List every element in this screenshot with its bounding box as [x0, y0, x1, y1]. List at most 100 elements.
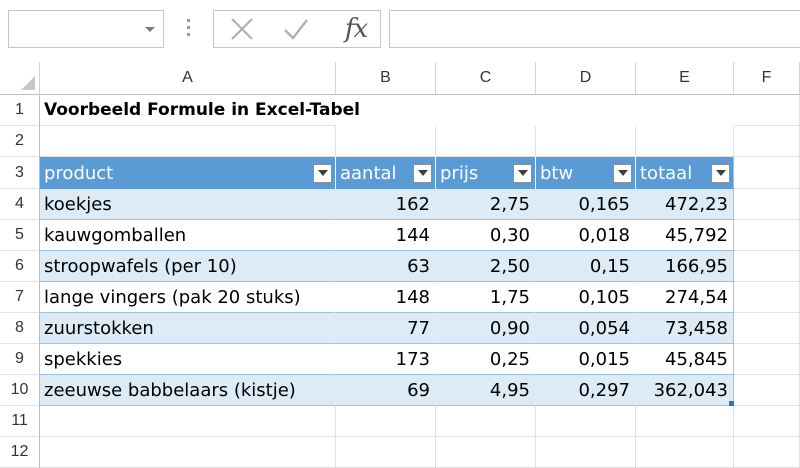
filter-dropdown-icon[interactable] — [513, 163, 532, 183]
table-cell-b9[interactable]: 173 — [336, 344, 436, 375]
table-header-aantal[interactable]: aantal — [336, 157, 436, 189]
cell-f2[interactable] — [734, 126, 800, 157]
formula-input[interactable] — [389, 10, 800, 48]
cell-a2[interactable] — [40, 126, 336, 157]
cell-d12[interactable] — [536, 437, 636, 468]
cell-c11[interactable] — [436, 406, 536, 437]
table-cell-b6[interactable]: 63 — [336, 251, 436, 282]
filter-dropdown-icon[interactable] — [413, 163, 432, 183]
table-header-totaal[interactable]: totaal — [636, 157, 734, 189]
table-cell-c10[interactable]: 4,95 — [436, 375, 536, 406]
row-header-4[interactable]: 4 — [0, 189, 40, 220]
cell-f4[interactable] — [734, 189, 800, 220]
close-icon[interactable] — [224, 11, 260, 47]
row-header-3[interactable]: 3 — [0, 157, 40, 189]
table-cell-b5[interactable]: 144 — [336, 220, 436, 251]
cell-c2[interactable] — [436, 126, 536, 157]
table-header-product[interactable]: product — [40, 157, 336, 189]
table-cell-a5[interactable]: kauwgomballen — [40, 220, 336, 251]
table-cell-b4[interactable]: 162 — [336, 189, 436, 220]
cell-f3[interactable] — [734, 157, 800, 189]
column-header-f[interactable]: F — [734, 62, 800, 95]
cell-a12[interactable] — [40, 437, 336, 468]
table-cell-c6[interactable]: 2,50 — [436, 251, 536, 282]
table-cell-e6[interactable]: 166,95 — [636, 251, 734, 282]
row-header-6[interactable]: 6 — [0, 251, 40, 282]
table-header-btw[interactable]: btw — [536, 157, 636, 189]
table-cell-b8[interactable]: 77 — [336, 313, 436, 344]
table-cell-d5[interactable]: 0,018 — [536, 220, 636, 251]
table-cell-e8[interactable]: 73,458 — [636, 313, 734, 344]
table-cell-a10[interactable]: zeeuwse babbelaars (kistje) — [40, 375, 336, 406]
cell-b2[interactable] — [336, 126, 436, 157]
table-cell-d9[interactable]: 0,015 — [536, 344, 636, 375]
table-cell-c7[interactable]: 1,75 — [436, 282, 536, 313]
cell-e2[interactable] — [636, 126, 734, 157]
name-box[interactable] — [8, 10, 164, 48]
row-header-11[interactable]: 11 — [0, 406, 40, 437]
row-header-8[interactable]: 8 — [0, 313, 40, 344]
grip-handle-icon[interactable] — [187, 19, 190, 41]
cell-e12[interactable] — [636, 437, 734, 468]
table-cell-e10[interactable]: 362,043 — [636, 375, 734, 406]
cell-d2[interactable] — [536, 126, 636, 157]
filter-dropdown-icon[interactable] — [711, 163, 730, 183]
insert-function-button[interactable]: fx — [336, 11, 376, 47]
cell-b12[interactable] — [336, 437, 436, 468]
check-icon[interactable] — [278, 11, 314, 47]
cell-f6[interactable] — [734, 251, 800, 282]
row-header-2[interactable]: 2 — [0, 126, 40, 157]
table-cell-b10[interactable]: 69 — [336, 375, 436, 406]
table-resize-handle[interactable] — [729, 401, 734, 406]
cell-f1[interactable] — [734, 95, 800, 126]
table-cell-a9[interactable]: spekkies — [40, 344, 336, 375]
cell-f10[interactable] — [734, 375, 800, 406]
cell-f5[interactable] — [734, 220, 800, 251]
table-cell-c4[interactable]: 2,75 — [436, 189, 536, 220]
table-cell-d4[interactable]: 0,165 — [536, 189, 636, 220]
table-cell-e7[interactable]: 274,54 — [636, 282, 734, 313]
select-all-button[interactable] — [0, 62, 40, 95]
row-header-5[interactable]: 5 — [0, 220, 40, 251]
table-header-prijs[interactable]: prijs — [436, 157, 536, 189]
table-cell-e9[interactable]: 45,845 — [636, 344, 734, 375]
table-cell-e4[interactable]: 472,23 — [636, 189, 734, 220]
cell-f8[interactable] — [734, 313, 800, 344]
cell-a11[interactable] — [40, 406, 336, 437]
table-cell-c5[interactable]: 0,30 — [436, 220, 536, 251]
table-cell-d7[interactable]: 0,105 — [536, 282, 636, 313]
column-header-b[interactable]: B — [336, 62, 436, 95]
cell-f7[interactable] — [734, 282, 800, 313]
column-header-d[interactable]: D — [536, 62, 636, 95]
filter-dropdown-icon[interactable] — [313, 163, 332, 183]
cell-f9[interactable] — [734, 344, 800, 375]
table-cell-a8[interactable]: zuurstokken — [40, 313, 336, 344]
row-header-1[interactable]: 1 — [0, 95, 40, 126]
cell-e11[interactable] — [636, 406, 734, 437]
cell-f11[interactable] — [734, 406, 800, 437]
table-cell-c9[interactable]: 0,25 — [436, 344, 536, 375]
cell-c12[interactable] — [436, 437, 536, 468]
sheet-title-cell[interactable]: Voorbeeld Formule in Excel-Tabel — [40, 95, 360, 126]
cell-f12[interactable] — [734, 437, 800, 468]
table-cell-a7[interactable]: lange vingers (pak 20 stuks) — [40, 282, 336, 313]
cell-b11[interactable] — [336, 406, 436, 437]
row-header-12[interactable]: 12 — [0, 437, 40, 468]
column-header-e[interactable]: E — [636, 62, 734, 95]
table-cell-d10[interactable]: 0,297 — [536, 375, 636, 406]
table-cell-c8[interactable]: 0,90 — [436, 313, 536, 344]
row-header-10[interactable]: 10 — [0, 375, 40, 406]
cell-d11[interactable] — [536, 406, 636, 437]
table-cell-d6[interactable]: 0,15 — [536, 251, 636, 282]
filter-dropdown-icon[interactable] — [613, 163, 632, 183]
table-cell-a6[interactable]: stroopwafels (per 10) — [40, 251, 336, 282]
row-header-9[interactable]: 9 — [0, 344, 40, 375]
table-cell-e5[interactable]: 45,792 — [636, 220, 734, 251]
column-header-c[interactable]: C — [436, 62, 536, 95]
table-cell-b7[interactable]: 148 — [336, 282, 436, 313]
row-header-7[interactable]: 7 — [0, 282, 40, 313]
column-header-a[interactable]: A — [40, 62, 336, 95]
chevron-down-icon[interactable] — [145, 27, 155, 32]
table-cell-a4[interactable]: koekjes — [40, 189, 336, 220]
table-cell-d8[interactable]: 0,054 — [536, 313, 636, 344]
